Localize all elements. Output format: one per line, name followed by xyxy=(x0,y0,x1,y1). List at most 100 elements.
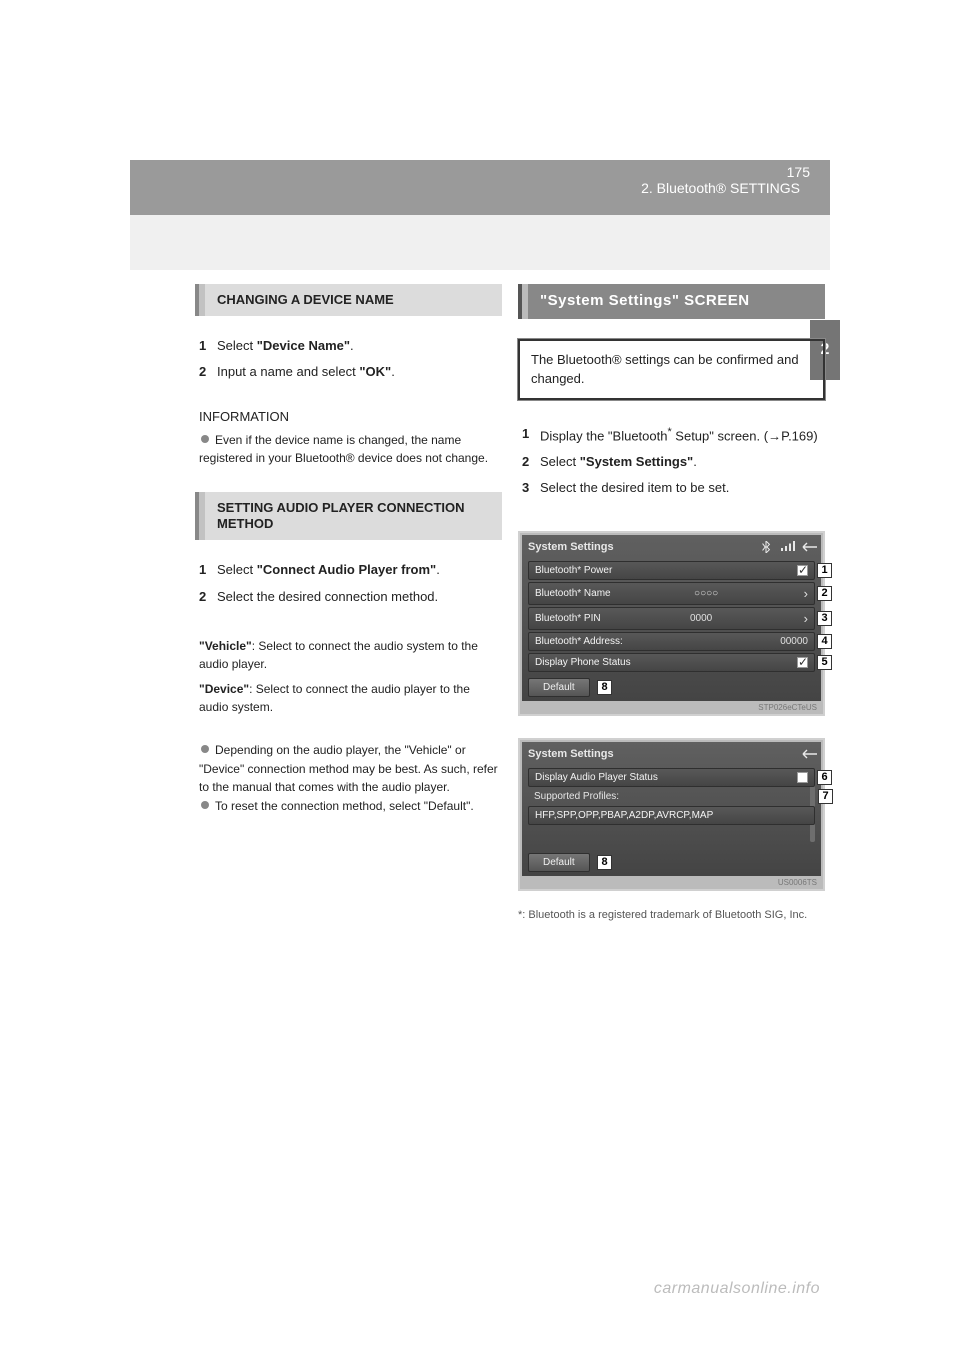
screen-titlebar: System Settings xyxy=(528,746,815,766)
section-title-device-name: CHANGING A DEVICE NAME xyxy=(195,284,502,316)
option-label: "Device" xyxy=(199,682,249,696)
screen-code: STP026eCTeUS xyxy=(522,701,821,712)
back-icon[interactable] xyxy=(801,748,815,760)
option-device: "Device": Select to connect the audio pl… xyxy=(199,680,498,717)
step-pre: Select the desired connection method. xyxy=(217,589,438,604)
row-value: 0000 xyxy=(690,613,712,624)
step-item: 1 Select "Device Name". xyxy=(199,336,498,356)
screen-inner: System Settings Display Audio Player Sta… xyxy=(522,742,821,876)
intro-box: The Bluetooth® settings can be confirmed… xyxy=(518,339,825,400)
callout-7: 7 xyxy=(818,789,833,804)
footnote: *: Bluetooth is a registered trademark o… xyxy=(518,909,825,921)
step-text: Display the "Bluetooth* Setup" screen. (… xyxy=(540,424,821,446)
row-display-phone-status[interactable]: Display Phone Status 5 xyxy=(528,653,815,672)
step-number: 3 xyxy=(522,478,540,498)
checkbox-icon[interactable] xyxy=(797,772,808,783)
steps-display-screen: 1 Display the "Bluetooth* Setup" screen.… xyxy=(518,418,825,505)
row-display-audio-status[interactable]: Display Audio Player Status 6 xyxy=(528,768,815,787)
title-bar xyxy=(518,284,528,319)
content-grid: CHANGING A DEVICE NAME 1 Select "Device … xyxy=(195,280,825,1278)
step-item: 2 Select "System Settings". xyxy=(522,452,821,472)
note-item: Depending on the audio player, the "Vehi… xyxy=(199,741,498,797)
screen-titlebar-icons xyxy=(761,541,815,553)
step-text: Select the desired item to be set. xyxy=(540,478,821,498)
checkbox-icon[interactable] xyxy=(797,657,808,668)
information-block: INFORMATION Even if the device name is c… xyxy=(195,407,502,468)
breadcrumb: 2. Bluetooth® SETTINGS xyxy=(641,180,800,196)
step-pre: Select xyxy=(540,454,580,469)
callout-8b: 8 xyxy=(597,855,612,870)
step-text: Input a name and select "OK". xyxy=(217,362,498,382)
row-label: Display Audio Player Status xyxy=(535,772,658,783)
step-text: Select "Connect Audio Player from". xyxy=(217,560,498,580)
page-number: 175 xyxy=(787,164,810,180)
left-column: CHANGING A DEVICE NAME 1 Select "Device … xyxy=(195,280,502,921)
callout-4: 4 xyxy=(817,634,832,649)
screen-title: System Settings xyxy=(528,541,614,553)
step-pre: Select xyxy=(217,338,257,353)
row-bluetooth-power[interactable]: Bluetooth* Power 1 xyxy=(528,561,815,580)
steps-device-name: 1 Select "Device Name". 2 Input a name a… xyxy=(195,330,502,388)
page-header: 2. Bluetooth® SETTINGS xyxy=(130,160,830,215)
screen-titlebar-icons xyxy=(801,748,815,760)
signal-icon xyxy=(781,541,795,553)
default-button[interactable]: Default 8 xyxy=(528,678,590,697)
connection-notes: Depending on the audio player, the "Vehi… xyxy=(195,741,502,815)
row-label: Bluetooth* PIN xyxy=(535,613,601,624)
default-button[interactable]: Default 8 xyxy=(528,853,590,872)
default-label: Default xyxy=(543,857,575,868)
option-label: "Vehicle" xyxy=(199,639,252,653)
watermark: carmanualsonline.info xyxy=(654,1280,820,1298)
step-pre: Select the desired item to be set. xyxy=(540,480,729,495)
header-footer-bar xyxy=(130,215,830,270)
row-label: Bluetooth* Address: xyxy=(535,636,623,647)
note-item: To reset the connection method, select "… xyxy=(199,797,498,816)
row-label: HFP,SPP,OPP,PBAP,A2DP,AVRCP,MAP xyxy=(535,810,713,821)
row-bluetooth-address: Bluetooth* Address: 00000 4 xyxy=(528,632,815,651)
row-value xyxy=(797,657,808,668)
row-bluetooth-name[interactable]: Bluetooth* Name ○○○○ 2 xyxy=(528,582,815,605)
row-supported-profiles-label: Supported Profiles: 7 xyxy=(528,789,815,804)
screen-code: US0006TS xyxy=(522,876,821,887)
option-vehicle: "Vehicle": Select to connect the audio s… xyxy=(199,637,498,674)
callout-6: 6 xyxy=(817,770,832,785)
screen-title: System Settings xyxy=(528,748,614,760)
title-bar xyxy=(195,492,205,541)
manual-page: 2. Bluetooth® SETTINGS 175 2 CHANGING A … xyxy=(0,0,960,1358)
spacer xyxy=(528,827,815,849)
row-value: 00000 xyxy=(780,636,808,647)
step-text: Select "Device Name". xyxy=(217,336,498,356)
info-bullet: Even if the device name is changed, the … xyxy=(199,431,498,468)
section-title-system-settings: "System Settings" SCREEN xyxy=(518,284,825,319)
step-item: 1 Display the "Bluetooth* Setup" screen.… xyxy=(522,424,821,446)
step-number: 2 xyxy=(199,362,217,382)
step-post: . xyxy=(436,562,440,577)
section-title-connection-method: SETTING AUDIO PLAYER CONNECTION METHOD xyxy=(195,492,502,541)
steps-connection-method: 1 Select "Connect Audio Player from". 2 … xyxy=(195,554,502,612)
step-item: 3 Select the desired item to be set. xyxy=(522,478,821,498)
checkbox-icon[interactable] xyxy=(797,565,808,576)
screen-titlebar: System Settings xyxy=(528,539,815,559)
row-supported-profiles-value: HFP,SPP,OPP,PBAP,A2DP,AVRCP,MAP xyxy=(528,806,815,825)
step-number: 2 xyxy=(199,587,217,607)
step-item: 1 Select "Connect Audio Player from". xyxy=(199,560,498,580)
callout-5: 5 xyxy=(817,655,832,670)
screen-inner: System Settings xyxy=(522,535,821,701)
step-pre: Select xyxy=(217,562,257,577)
right-column: "System Settings" SCREEN The Bluetooth® … xyxy=(518,280,825,921)
step-post: . xyxy=(350,338,354,353)
ui-screenshot-1: System Settings xyxy=(518,531,825,716)
step-pre: Input a name and select xyxy=(217,364,359,379)
step-number: 1 xyxy=(199,336,217,356)
step-post: . xyxy=(693,454,697,469)
step-bold: "OK" xyxy=(359,364,391,379)
row-bluetooth-pin[interactable]: Bluetooth* PIN 0000 3 xyxy=(528,607,815,630)
back-icon[interactable] xyxy=(801,541,815,553)
row-label: Display Phone Status xyxy=(535,657,631,668)
step-bold: "Device Name" xyxy=(257,338,350,353)
connection-options: "Vehicle": Select to connect the audio s… xyxy=(195,631,502,723)
callout-1: 1 xyxy=(817,563,832,578)
row-value: ○○○○ xyxy=(694,588,718,599)
row-label: Bluetooth* Name xyxy=(535,588,611,599)
step-number: 1 xyxy=(522,424,540,446)
